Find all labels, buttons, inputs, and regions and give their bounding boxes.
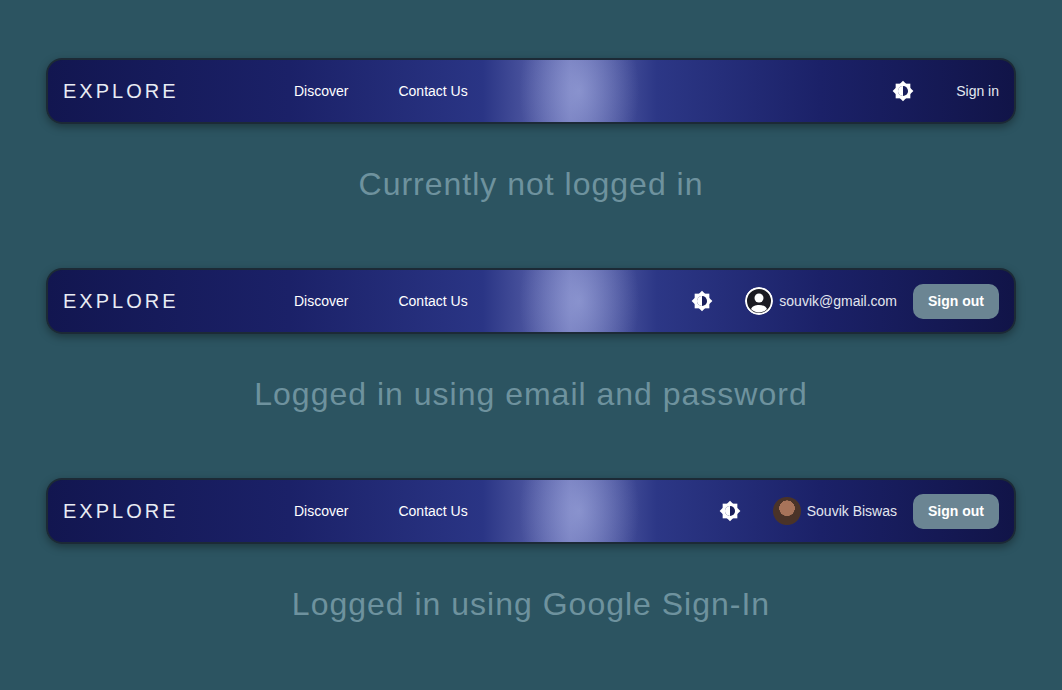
nav-link[interactable]: Contact Us (398, 81, 467, 102)
auth-area: Sign in (892, 80, 999, 102)
user-avatar-icon (745, 287, 773, 315)
nav-links: Discover Contact Us (294, 501, 468, 522)
user-label: Souvik Biswas (807, 501, 897, 522)
nav-link[interactable]: Contact Us (398, 291, 467, 312)
sign-out-button[interactable]: Sign out (913, 494, 999, 529)
brand-logo[interactable]: EXPLORE (63, 290, 178, 312)
user-info: souvik@gmail.com (745, 287, 897, 315)
state-caption: Logged in using email and password (46, 334, 1016, 414)
navbar: EXPLORE Discover Contact Us Souvik Biswas Si… (46, 478, 1016, 544)
theme-toggle-icon[interactable] (691, 290, 713, 312)
brand-area: EXPLORE (63, 76, 294, 106)
user-label: souvik@gmail.com (779, 291, 897, 312)
nav-links: Discover Contact Us (294, 81, 468, 102)
navbar: EXPLORE Discover Contact Us Sign in (46, 58, 1016, 124)
auth-area: Souvik Biswas Sign out (719, 494, 999, 529)
state-caption: Currently not logged in (46, 124, 1016, 204)
brand-logo[interactable]: EXPLORE (63, 500, 178, 522)
nav-link[interactable]: Discover (294, 81, 348, 102)
sign-out-button[interactable]: Sign out (913, 284, 999, 319)
navbar: EXPLORE Discover Contact Us souvik@gmail.co… (46, 268, 1016, 334)
brand-area: EXPLORE (63, 286, 294, 316)
nav-links: Discover Contact Us (294, 291, 468, 312)
nav-link[interactable]: Contact Us (398, 501, 467, 522)
theme-toggle-icon[interactable] (892, 80, 914, 102)
auth-area: souvik@gmail.com Sign out (691, 284, 999, 319)
navbar-demo: EXPLORE Discover Contact Us Souvik Biswas Si… (46, 478, 1016, 688)
page: EXPLORE Discover Contact Us Sign in Currentl… (0, 0, 1062, 688)
navbar-demo: EXPLORE Discover Contact Us Sign in Currentl… (46, 58, 1016, 268)
theme-toggle-icon[interactable] (719, 500, 741, 522)
user-info: Souvik Biswas (773, 497, 897, 525)
brand-area: EXPLORE (63, 496, 294, 526)
nav-link[interactable]: Discover (294, 501, 348, 522)
brand-logo[interactable]: EXPLORE (63, 80, 178, 102)
sign-in-link[interactable]: Sign in (956, 81, 999, 102)
state-caption: Logged in using Google Sign-In (46, 544, 1016, 624)
navbar-demo: EXPLORE Discover Contact Us souvik@gmail.co… (46, 268, 1016, 478)
nav-link[interactable]: Discover (294, 291, 348, 312)
profile-photo (773, 497, 801, 525)
